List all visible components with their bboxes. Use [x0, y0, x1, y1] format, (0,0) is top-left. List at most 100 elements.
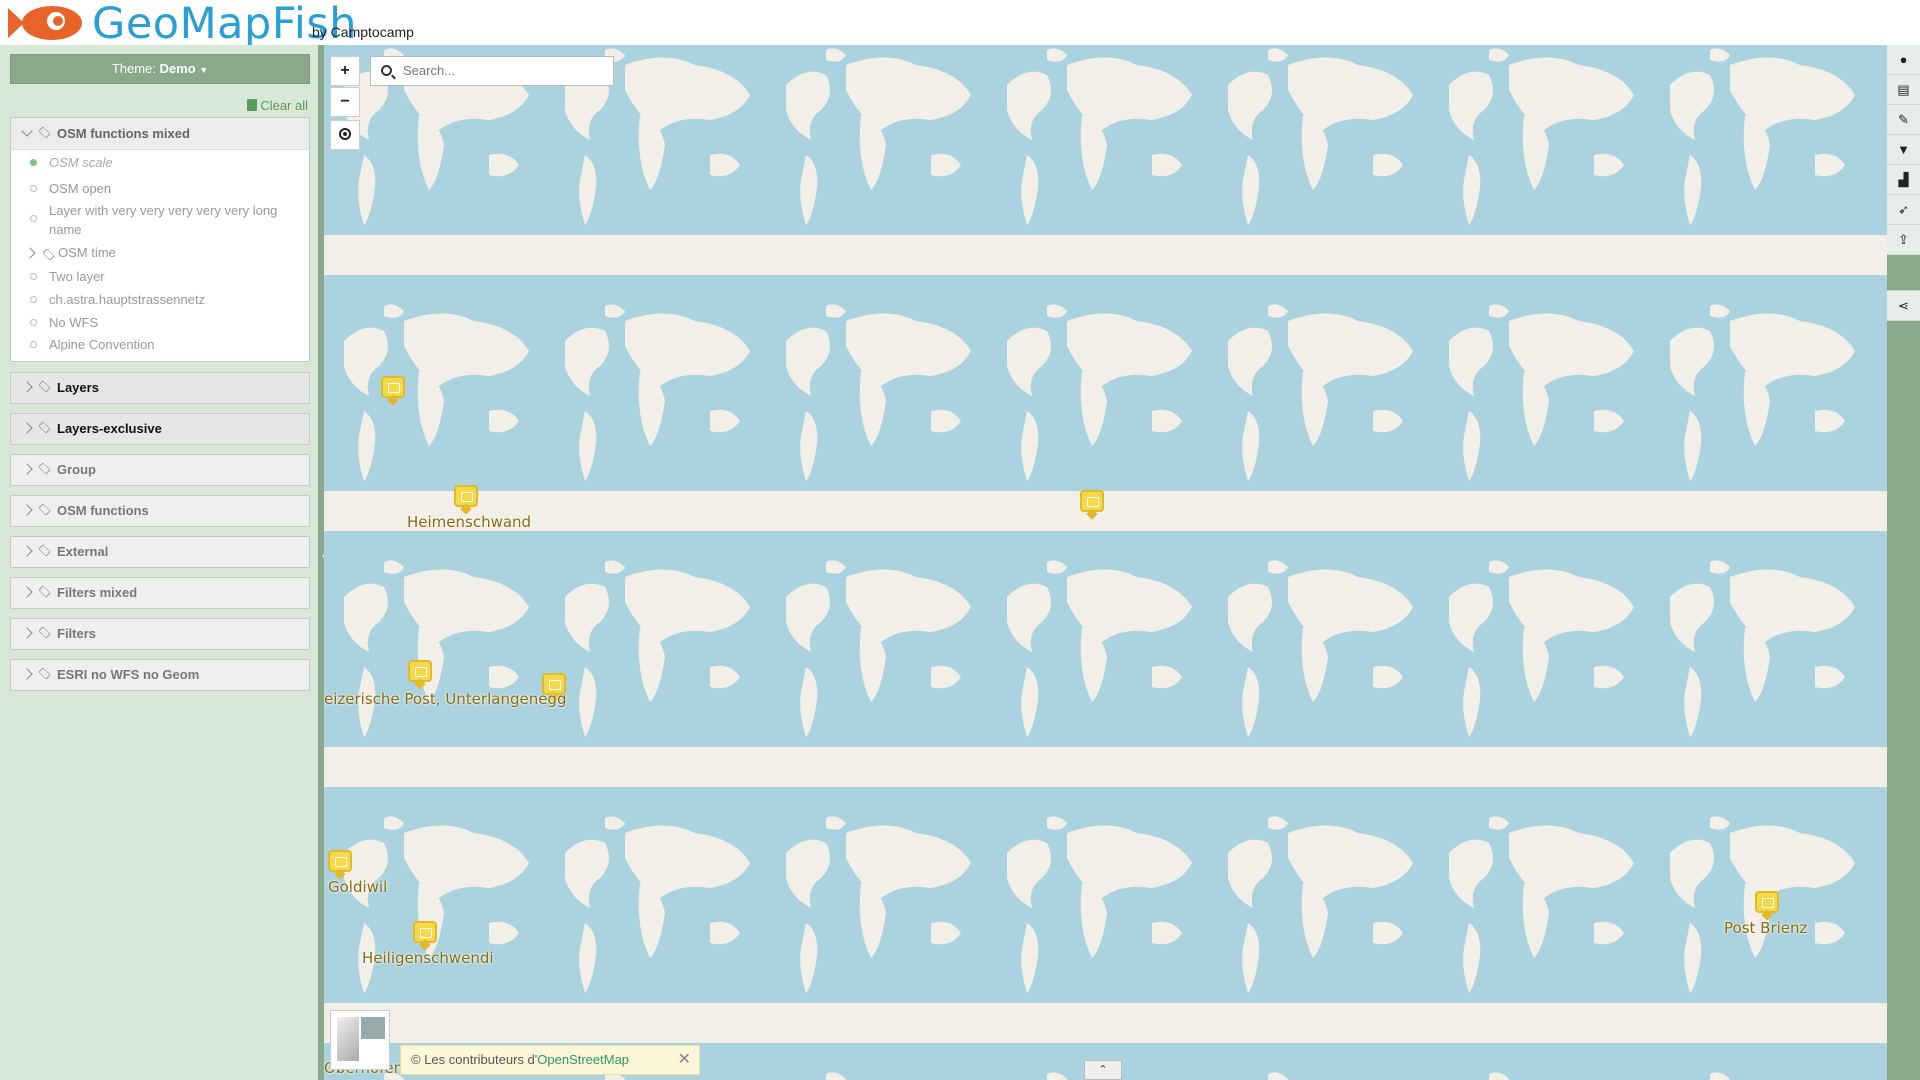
layer-toggle[interactable]: [30, 215, 37, 222]
attribution-box: © Les contributeurs d'OpenStreetMap ✕: [400, 1045, 700, 1075]
trash-icon: [247, 99, 258, 111]
layer-osm-scale[interactable]: OSM scale: [49, 155, 113, 170]
layer-toggle-on[interactable]: [30, 159, 37, 166]
layer-group-layers[interactable]: Layers: [10, 372, 310, 404]
layers-icon: [38, 544, 51, 557]
layer-toggle[interactable]: [30, 319, 37, 326]
theme-selector-button[interactable]: Theme: Demo ▼: [10, 54, 310, 84]
locate-icon: [339, 128, 351, 140]
poi-marker[interactable]: [454, 485, 478, 515]
zoom-out-button[interactable]: −: [330, 87, 360, 117]
search-icon: [381, 65, 392, 76]
search-placeholder: Search...: [403, 63, 456, 78]
attribution-text: © Les contributeurs d': [411, 1052, 538, 1067]
layer-toggle[interactable]: [30, 296, 37, 303]
layer-astra[interactable]: ch.astra.hauptstrassennetz: [49, 292, 205, 307]
antarctica-band: [324, 747, 1887, 787]
layer-group-filters[interactable]: Filters: [10, 618, 310, 650]
toolbar-gap: [1887, 255, 1920, 291]
editing-icon[interactable]: ➶: [1887, 195, 1920, 225]
geolocation-button[interactable]: [330, 120, 360, 150]
layer-group-label: External: [57, 544, 109, 559]
app-header: GeoMapFish by Camptocamp: [0, 0, 1920, 48]
clear-all-button[interactable]: Clear all: [247, 98, 308, 113]
chevron-right-icon: [21, 668, 33, 680]
poi-label: Goldiwil: [328, 878, 388, 896]
layer-long-name[interactable]: Layer with very very very very very long: [49, 203, 277, 218]
layer-group-esri[interactable]: ESRI no WFS no Geom: [10, 659, 310, 691]
poi-marker[interactable]: [413, 921, 437, 951]
poi-label: Heimenschwand: [407, 513, 532, 531]
poi-label: Heiligenschwendi: [362, 949, 494, 967]
layer-long-name-cont: name: [49, 222, 82, 237]
print-icon[interactable]: ▤: [1887, 75, 1920, 105]
layer-group-title: OSM functions mixed: [57, 126, 190, 141]
layer-two-layer[interactable]: Two layer: [49, 269, 105, 284]
background-layer-selector[interactable]: [330, 1010, 390, 1070]
share-icon[interactable]: ⋖: [1887, 291, 1920, 321]
layer-group-label: Filters mixed: [57, 585, 138, 600]
layer-group-filters-mixed[interactable]: Filters mixed: [10, 577, 310, 609]
map-view[interactable]: + − Search... Heimenschwand eizerische P…: [324, 45, 1887, 1080]
layers-icon: [42, 248, 55, 261]
layers-icon: [38, 380, 51, 393]
layer-tree-panel: Theme: Demo ▼ Clear all OSM functions mi…: [0, 45, 318, 1080]
chevron-right-icon: [21, 381, 33, 393]
import-icon[interactable]: ⇪: [1887, 225, 1920, 255]
filter-icon[interactable]: ▼: [1887, 135, 1920, 165]
layer-group-label: Filters: [57, 626, 97, 641]
layer-alpine-convention[interactable]: Alpine Convention: [49, 337, 155, 352]
draw-icon[interactable]: ✎: [1887, 105, 1920, 135]
expand-bottom-panel-button[interactable]: ⌃: [1084, 1060, 1122, 1080]
chevron-right-icon[interactable]: [24, 247, 36, 259]
poi-marker[interactable]: [408, 660, 432, 690]
antarctica-band: [324, 491, 1887, 531]
theme-prefix: Theme:: [111, 61, 156, 76]
layers-icon: [38, 626, 51, 639]
layer-group-label: Layers-exclusive: [57, 421, 162, 436]
layer-no-wfs[interactable]: No WFS: [49, 315, 98, 330]
close-icon[interactable]: ✕: [678, 1046, 691, 1074]
layers-icon: [38, 585, 51, 598]
layers-icon: [38, 667, 51, 680]
layers-icon: [38, 126, 51, 139]
layer-group-group[interactable]: Group: [10, 454, 310, 486]
world-map-tiles: [324, 45, 1887, 1080]
layer-group-osm-functions[interactable]: OSM functions: [10, 495, 310, 527]
chevron-right-icon: [21, 504, 33, 516]
poi-marker[interactable]: [1080, 490, 1104, 520]
antarctica-band: [324, 235, 1887, 275]
layers-icon: [38, 503, 51, 516]
search-input[interactable]: Search...: [370, 56, 614, 86]
layer-group-header[interactable]: OSM functions mixed: [11, 118, 309, 150]
layers-icon: [38, 421, 51, 434]
profile-icon[interactable]: ▟: [1887, 165, 1920, 195]
chevron-right-icon: [21, 627, 33, 639]
layer-group-label: Group: [57, 462, 96, 477]
zoom-in-button[interactable]: +: [330, 56, 360, 86]
layer-toggle[interactable]: [30, 185, 37, 192]
layer-group-osm-time[interactable]: OSM time: [58, 245, 116, 260]
chevron-right-icon: [21, 545, 33, 557]
osm-attribution-link[interactable]: OpenStreetMap: [537, 1052, 629, 1067]
chevron-right-icon: [21, 463, 33, 475]
layer-osm-open[interactable]: OSM open: [49, 181, 111, 196]
chevron-right-icon: [21, 586, 33, 598]
chevron-right-icon: [21, 422, 33, 434]
fish-logo-icon: [8, 6, 82, 40]
layer-group-osm-functions-mixed: OSM functions mixed OSM scale OSM open L…: [10, 117, 310, 362]
layer-toggle[interactable]: [30, 341, 37, 348]
user-icon[interactable]: ●: [1887, 45, 1920, 75]
poi-label: eizerische Post, Unterlangenegg: [324, 690, 567, 708]
layer-group-layers-exclusive[interactable]: Layers-exclusive: [10, 413, 310, 445]
chevron-down-icon[interactable]: [21, 125, 33, 137]
poi-marker[interactable]: [381, 376, 405, 406]
poi-marker[interactable]: [328, 850, 352, 880]
poi-label: Post Brienz: [1724, 919, 1808, 937]
layer-group-external[interactable]: External: [10, 536, 310, 568]
poi-marker[interactable]: [1755, 891, 1779, 921]
layer-toggle[interactable]: [30, 273, 37, 280]
caret-down-icon: ▼: [199, 65, 209, 75]
layer-group-label: OSM functions: [57, 503, 149, 518]
layer-group-label: Layers: [57, 380, 99, 395]
